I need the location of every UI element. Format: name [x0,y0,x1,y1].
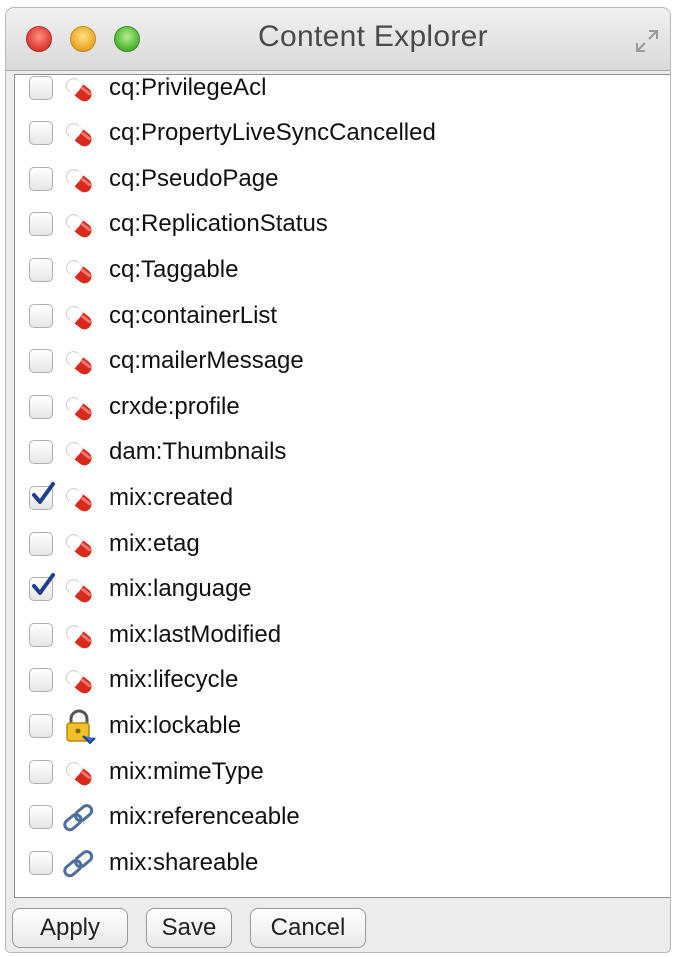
fullscreen-icon[interactable] [634,28,660,54]
node-type-label: mix:lockable [109,711,242,739]
node-type-label: mix:referenceable [109,803,300,831]
list-item[interactable]: cq:mailerMessage [15,339,670,384]
checkbox[interactable] [29,166,53,191]
list-item[interactable]: cq:PseudoPage [15,156,670,201]
node-type-label: mix:mimeType [109,757,264,785]
list-item[interactable]: cq:PropertyLiveSyncCancelled [15,111,670,156]
save-button[interactable]: Save [146,908,232,948]
checkbox[interactable] [29,622,53,647]
node-type-label: cq:PrivilegeAcl [109,74,267,101]
pill-icon [65,488,92,512]
checkbox[interactable] [29,850,53,875]
pill-icon [65,351,92,375]
checkbox[interactable] [29,759,53,784]
close-window-button[interactable] [26,26,52,52]
node-type-label: cq:Taggable [109,255,239,283]
node-type-label: cq:PropertyLiveSyncCancelled [109,119,436,147]
list-item[interactable]: mix:lockable [15,703,670,748]
checkbox[interactable] [29,531,53,556]
list-item[interactable]: cq:PrivilegeAcl [15,74,670,110]
node-type-label: cq:mailerMessage [109,347,304,375]
pill-icon [65,442,92,466]
checkbox[interactable] [29,481,55,510]
cancel-button[interactable]: Cancel [250,908,366,948]
link-icon [63,849,94,877]
checkbox[interactable] [29,440,53,465]
node-type-label: mix:etag [109,529,200,557]
list-item[interactable]: mix:shareable [15,840,670,885]
list-item[interactable]: cq:Taggable [15,247,670,292]
content-explorer-window: Content Explorer cq:PrivilegeAcl cq:Prope… [6,8,670,952]
pill-icon [65,123,92,147]
checkbox[interactable] [29,573,55,602]
list-item[interactable]: mix:created [15,475,670,520]
list-item[interactable]: cq:containerList [15,293,670,338]
checkbox[interactable] [29,257,53,282]
checkbox[interactable] [29,75,53,100]
checkmark-icon [32,481,55,504]
list-item[interactable]: mix:language [15,567,670,612]
node-type-label: mix:language [109,575,252,603]
pill-icon [65,214,92,238]
pill-icon [65,305,92,329]
checkbox[interactable] [29,394,53,419]
list-item[interactable]: dam:Thumbnails [15,430,670,475]
checkbox[interactable] [29,713,53,738]
node-type-label: mix:lifecycle [109,666,239,694]
title-bar[interactable]: Content Explorer [6,8,670,71]
node-type-label: mix:shareable [109,848,259,876]
pill-icon [65,579,92,603]
node-type-label: cq:ReplicationStatus [109,210,328,238]
pill-icon [65,77,92,101]
node-type-label: mix:lastModified [109,620,282,648]
pill-icon [65,260,92,284]
node-type-label: cq:containerList [109,301,278,329]
pill-icon [65,624,92,648]
list-item[interactable]: mix:lastModified [15,612,670,657]
list-item[interactable]: mix:mimeType [15,749,670,794]
list-item[interactable]: mix:etag [15,521,670,566]
checkbox[interactable] [29,303,53,328]
node-type-list[interactable]: cq:PrivilegeAcl cq:PropertyLiveSyncCancel… [14,74,670,898]
list-item[interactable]: mix:referenceable [15,795,670,840]
checkbox[interactable] [29,212,53,237]
node-type-label: crxde:profile [109,392,240,420]
node-type-label: mix:created [109,483,234,511]
list-item[interactable]: cq:ReplicationStatus [15,202,670,247]
checkbox[interactable] [29,121,53,146]
pill-icon [65,670,92,694]
minimize-window-button[interactable] [70,26,96,52]
lock-icon [66,709,96,745]
checkmark-icon [32,573,55,596]
node-type-label: dam:Thumbnails [109,438,287,466]
checkbox[interactable] [29,349,53,374]
checkbox[interactable] [29,805,53,830]
list-item[interactable]: mix:lifecycle [15,658,670,703]
pill-icon [65,533,92,557]
node-type-label: cq:PseudoPage [109,164,279,192]
pill-icon [65,761,92,785]
pill-icon [65,396,92,420]
checkbox[interactable] [29,668,53,693]
zoom-window-button[interactable] [114,26,140,52]
pill-icon [65,168,92,192]
window-title: Content Explorer [258,20,488,53]
apply-button[interactable]: Apply [12,908,128,948]
list-item[interactable]: crxde:profile [15,384,670,429]
button-bar: Apply Save Cancel [6,898,670,952]
link-icon [63,804,94,832]
